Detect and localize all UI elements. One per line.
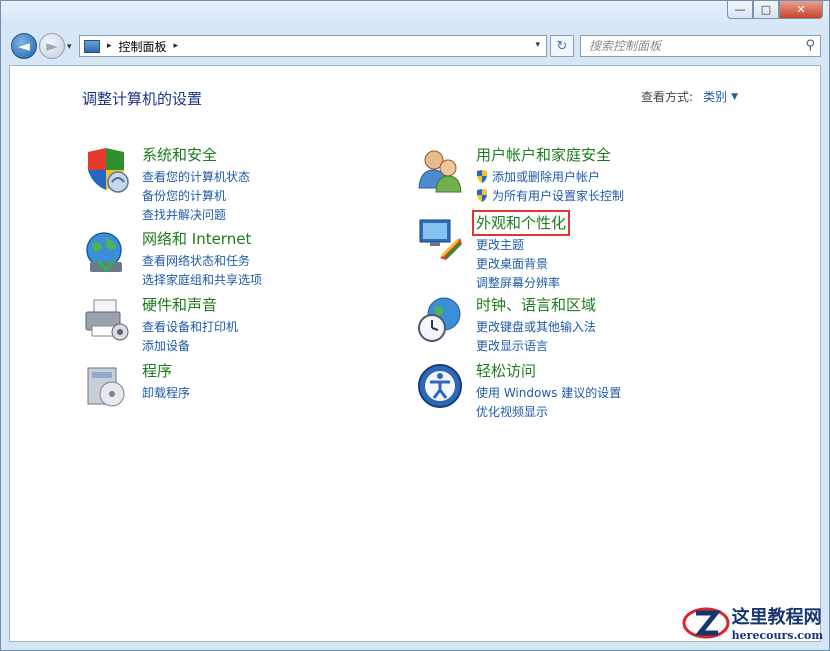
category-link[interactable]: 查看网络状态和任务 xyxy=(142,252,262,271)
back-button[interactable]: ◄ xyxy=(11,33,37,59)
category-title[interactable]: 系统和安全 xyxy=(142,144,217,165)
search-box[interactable]: ⚲ xyxy=(580,35,821,57)
category-link[interactable]: 更改显示语言 xyxy=(476,337,596,356)
refresh-button[interactable]: ↻ xyxy=(550,35,574,57)
category-title[interactable]: 轻松访问 xyxy=(476,360,536,381)
watermark-name: 这里教程网 xyxy=(731,607,822,628)
category-link[interactable]: 添加或删除用户帐户 xyxy=(476,168,624,187)
chevron-down-icon[interactable]: ▼ xyxy=(731,92,738,102)
security-shield-icon xyxy=(88,148,129,193)
breadcrumb-separator-icon[interactable]: ▸ xyxy=(174,41,179,51)
category-title[interactable]: 外观和个性化 xyxy=(471,210,571,236)
category-link[interactable]: 为所有用户设置家长控制 xyxy=(476,187,624,206)
window-controls: — □ ✕ xyxy=(727,1,823,19)
category-title[interactable]: 程序 xyxy=(142,360,172,381)
category-link-label: 添加或删除用户帐户 xyxy=(492,170,601,184)
maximize-button[interactable]: □ xyxy=(753,1,779,19)
control-panel-window: — □ ✕ ◄ ► ▾ ▸ 控制面板 ▸ ▾ ↻ ⚲ 调整计算机的设置 查看方式… xyxy=(0,0,830,651)
category-link[interactable]: 查看设备和打印机 xyxy=(142,318,238,337)
ease-of-access-icon xyxy=(418,364,462,408)
watermark: 这里教程网 herecours.com xyxy=(682,603,823,642)
category-link[interactable]: 更改桌面背景 xyxy=(476,255,560,274)
view-by-label: 查看方式: xyxy=(641,90,694,104)
address-dropdown-icon[interactable]: ▾ xyxy=(535,40,540,50)
breadcrumb-separator-icon[interactable]: ▸ xyxy=(107,41,112,51)
category-link[interactable]: 使用 Windows 建议的设置 xyxy=(476,384,621,403)
category-link[interactable]: 查看您的计算机状态 xyxy=(142,168,250,187)
uac-shield-icon xyxy=(477,170,487,183)
recent-pages-dropdown[interactable]: ▾ xyxy=(67,42,72,52)
navigation-bar: ◄ ► ▾ ▸ 控制面板 ▸ ▾ ↻ ⚲ xyxy=(1,29,829,65)
category-link[interactable]: 选择家庭组和共享选项 xyxy=(142,271,262,290)
users-icon xyxy=(418,150,462,193)
minimize-button[interactable]: — xyxy=(727,1,753,19)
category-link[interactable]: 调整屏幕分辨率 xyxy=(476,274,560,293)
view-by-select[interactable]: 类别 xyxy=(703,88,727,105)
printer-icon xyxy=(85,299,129,341)
category-title[interactable]: 用户帐户和家庭安全 xyxy=(476,144,611,165)
forward-button[interactable]: ► xyxy=(39,33,65,59)
category-link[interactable]: 卸载程序 xyxy=(142,384,190,403)
page-title: 调整计算机的设置 xyxy=(82,90,203,108)
category-link-label: 为所有用户设置家长控制 xyxy=(492,189,625,203)
view-by: 查看方式: 类别 ▼ xyxy=(641,88,738,105)
appearance-icon xyxy=(419,219,462,260)
highlighted-title: 外观和个性化 xyxy=(471,210,571,236)
close-button[interactable]: ✕ xyxy=(779,1,823,19)
category-title[interactable]: 硬件和声音 xyxy=(142,294,217,315)
main-content: 调整计算机的设置 查看方式: 类别 ▼ 系统和安全 查看您的计算机状态 备份您的… xyxy=(9,65,821,642)
programs-icon xyxy=(87,367,125,407)
category-title[interactable]: 网络和 Internet xyxy=(142,228,251,249)
category-link[interactable]: 更改主题 xyxy=(476,236,560,255)
title-bar: — □ ✕ xyxy=(1,1,829,29)
watermark-url: herecours.com xyxy=(731,629,823,642)
breadcrumb-control-panel[interactable]: 控制面板 xyxy=(119,38,167,55)
category-link[interactable]: 查找并解决问题 xyxy=(142,206,250,225)
category-link[interactable]: 备份您的计算机 xyxy=(142,187,250,206)
category-link[interactable]: 添加设备 xyxy=(142,337,238,356)
category-link[interactable]: 更改键盘或其他输入法 xyxy=(476,318,596,337)
network-globe-icon xyxy=(86,232,122,273)
address-bar[interactable]: ▸ 控制面板 ▸ ▾ xyxy=(79,35,547,57)
category-title[interactable]: 时钟、语言和区域 xyxy=(476,294,596,315)
watermark-logo-icon xyxy=(682,607,730,638)
search-input[interactable] xyxy=(589,38,789,54)
search-icon[interactable]: ⚲ xyxy=(805,38,815,53)
category-link[interactable]: 优化视频显示 xyxy=(476,403,621,422)
control-panel-icon xyxy=(84,39,100,53)
uac-shield-icon xyxy=(477,189,487,202)
clock-globe-icon xyxy=(418,297,461,342)
